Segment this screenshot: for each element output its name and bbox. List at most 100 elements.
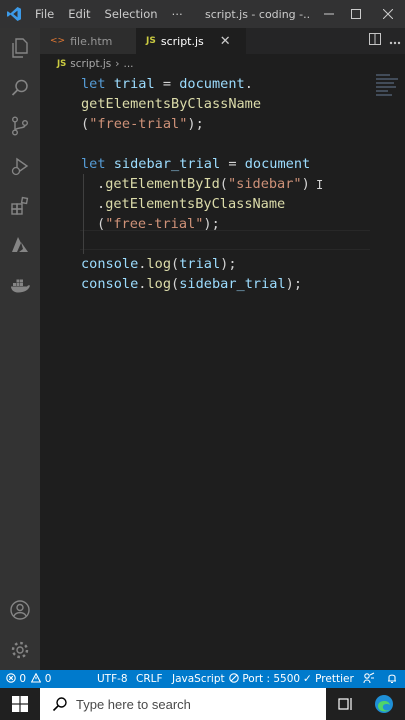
punctuation: . xyxy=(97,176,106,192)
punctuation: ); xyxy=(220,256,237,272)
status-bar: 0 0 UTF-8 CRLF JavaScript Port : 5500 ✓ … xyxy=(0,670,405,688)
minimize-icon xyxy=(323,13,334,15)
object: document xyxy=(179,76,245,92)
settings-button[interactable] xyxy=(0,630,40,670)
source-control-icon xyxy=(12,116,28,136)
close-window-button[interactable] xyxy=(372,0,403,28)
activity-bar xyxy=(0,28,40,670)
code-line-2: getElementsByClassName xyxy=(81,94,261,114)
menu-edit[interactable]: Edit xyxy=(61,0,97,28)
live-server-status[interactable]: Port : 5500 xyxy=(229,670,300,688)
extensions-button[interactable] xyxy=(0,186,40,226)
punctuation: ( xyxy=(97,216,106,232)
keyword: let xyxy=(81,76,106,92)
tab-label: file.htm xyxy=(70,34,113,48)
editor-tabs: <> file.htm JS script.js ✕ xyxy=(40,28,405,54)
function-name: getElementsByClassName xyxy=(105,196,286,212)
code-line-5: let sidebar_trial = document xyxy=(81,154,310,174)
string: "free-trial" xyxy=(105,216,204,232)
eol-status[interactable]: CRLF xyxy=(136,670,163,688)
minimap[interactable] xyxy=(376,74,402,104)
tab-actions xyxy=(365,28,405,54)
code-line-3: ("free-trial"); xyxy=(81,114,204,134)
vscode-logo-icon xyxy=(0,0,28,28)
edge-browser-button[interactable] xyxy=(369,688,399,720)
object: console xyxy=(81,256,139,272)
azure-button[interactable] xyxy=(0,225,40,265)
code-line-10: console.log(trial); xyxy=(81,254,237,274)
error-count: 0 xyxy=(19,673,27,685)
tab-script-js[interactable]: JS script.js ✕ xyxy=(136,28,246,54)
function-name: log xyxy=(146,276,172,292)
html-file-icon: <> xyxy=(50,36,66,46)
code-line-6: .getElementById("sidebar") xyxy=(97,174,310,194)
breadcrumb-more[interactable]: ... xyxy=(124,58,134,70)
tab-label: script.js xyxy=(160,34,204,48)
close-icon xyxy=(382,9,393,19)
code-editor[interactable]: let trial = document. getElementsByClass… xyxy=(40,74,405,670)
split-editor-icon[interactable] xyxy=(365,33,385,49)
check-icon: ✓ xyxy=(303,673,312,685)
operator: = xyxy=(220,156,245,172)
no-entry-icon xyxy=(229,673,239,683)
files-icon xyxy=(12,38,28,58)
taskbar-search-input[interactable] xyxy=(76,696,306,712)
breadcrumb-file[interactable]: script.js xyxy=(70,58,111,70)
feedback-icon[interactable] xyxy=(363,670,375,688)
indent-guide xyxy=(83,174,84,254)
text-cursor-icon: I xyxy=(316,178,324,192)
tab-file-htm[interactable]: <> file.htm xyxy=(40,28,136,54)
object: console xyxy=(81,276,139,292)
encoding-status[interactable]: UTF-8 xyxy=(97,670,128,688)
accounts-button[interactable] xyxy=(0,590,40,630)
operator: = xyxy=(154,76,180,92)
more-actions-icon[interactable] xyxy=(385,34,405,49)
menu-file[interactable]: File xyxy=(28,0,61,28)
js-file-icon: JS xyxy=(57,59,67,69)
docker-icon xyxy=(11,279,30,293)
notifications-icon[interactable] xyxy=(386,670,398,688)
title-bar: File Edit Selection ⋯ script.js - coding… xyxy=(0,0,405,28)
azure-icon xyxy=(12,237,28,252)
warning-icon xyxy=(31,672,42,683)
function-name: getElementsByClassName xyxy=(81,96,262,112)
explorer-button[interactable] xyxy=(0,28,40,68)
run-debug-button[interactable] xyxy=(0,146,40,186)
search-button[interactable] xyxy=(0,68,40,108)
docker-button[interactable] xyxy=(0,265,40,305)
taskbar-search[interactable] xyxy=(40,688,326,720)
windows-taskbar xyxy=(0,688,405,720)
start-button[interactable] xyxy=(0,688,40,720)
prettier-status[interactable]: ✓ Prettier xyxy=(303,670,354,688)
language-status[interactable]: JavaScript xyxy=(172,670,225,688)
argument: trial xyxy=(179,256,221,272)
punctuation: . xyxy=(244,76,253,92)
extensions-icon xyxy=(11,196,29,215)
variable: trial xyxy=(113,76,155,92)
code-line-8: ("free-trial"); xyxy=(97,214,220,234)
punctuation: ); xyxy=(203,216,220,232)
error-icon xyxy=(6,673,16,683)
tab-close-icon[interactable]: ✕ xyxy=(220,34,231,49)
source-control-button[interactable] xyxy=(0,106,40,146)
problems-status[interactable]: 0 0 xyxy=(6,670,51,688)
search-icon xyxy=(11,79,28,96)
task-view-icon xyxy=(338,698,352,710)
search-icon xyxy=(52,697,67,712)
maximize-button[interactable] xyxy=(340,0,371,28)
menu-more[interactable]: ⋯ xyxy=(165,0,191,28)
string: "sidebar" xyxy=(227,176,302,192)
punctuation: ( xyxy=(219,176,228,192)
js-file-icon: JS xyxy=(146,36,156,46)
object: document xyxy=(244,156,311,172)
window-title: script.js - coding -... xyxy=(205,7,310,21)
gear-icon xyxy=(11,641,29,659)
warning-count: 0 xyxy=(44,673,52,685)
menu-selection[interactable]: Selection xyxy=(98,0,165,28)
maximize-icon xyxy=(350,9,361,19)
task-view-button[interactable] xyxy=(331,688,361,720)
punctuation: . xyxy=(97,196,106,212)
breadcrumb: JS script.js › ... xyxy=(40,54,405,74)
punctuation: ( xyxy=(171,256,180,272)
run-debug-icon xyxy=(11,157,29,176)
